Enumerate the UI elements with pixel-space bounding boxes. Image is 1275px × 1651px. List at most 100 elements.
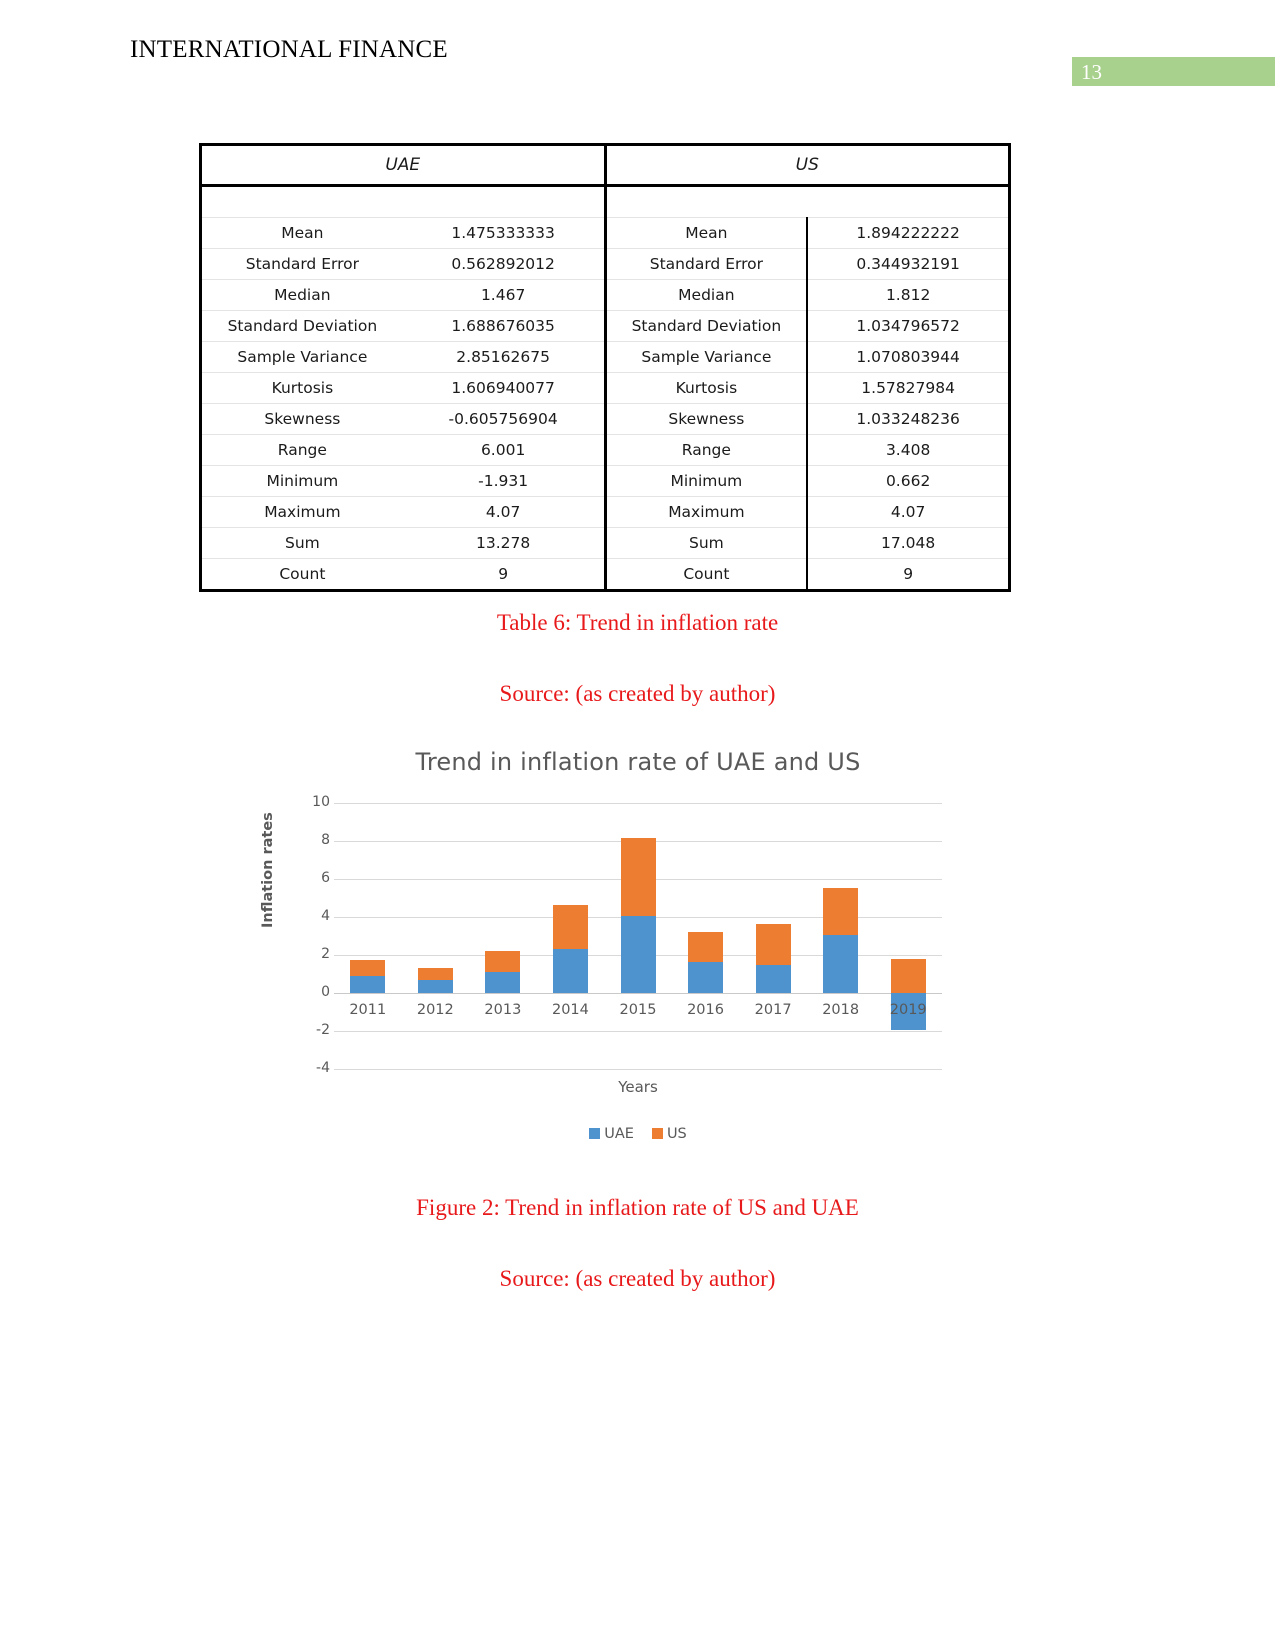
stat-label-uae: Sum bbox=[198, 527, 403, 559]
x-axis-tick-label: 2011 bbox=[349, 1002, 387, 1018]
table-row: Standard Error 0.562892012 Standard Error 0… bbox=[198, 248, 1012, 280]
stat-value-uae: 1.606940077 bbox=[402, 372, 607, 404]
table-row: Standard Deviation 1.688676035 Standard De… bbox=[198, 310, 1012, 342]
stat-label-us: Maximum bbox=[605, 496, 809, 528]
y-axis-tick-label: -4 bbox=[316, 1060, 330, 1076]
stat-value-us: 3.408 bbox=[807, 434, 1012, 466]
y-axis-tick-label: 10 bbox=[312, 794, 330, 810]
bar-segment-us[interactable] bbox=[688, 932, 724, 963]
table-row: Minimum -1.931 Minimum 0.662 bbox=[198, 465, 1012, 497]
bar-segment-us[interactable] bbox=[755, 924, 791, 966]
table-head: UAE US bbox=[199, 143, 1011, 187]
stat-value-us: 1.57827984 bbox=[807, 372, 1012, 404]
chart-bar-group[interactable] bbox=[755, 803, 791, 1069]
chart-bar-group[interactable] bbox=[485, 803, 521, 1069]
stat-value-uae: -0.605756904 bbox=[402, 403, 607, 435]
stat-value-us: 1.033248236 bbox=[807, 403, 1012, 435]
y-axis-tick-label: 0 bbox=[321, 984, 330, 1000]
legend-swatch-icon bbox=[589, 1128, 601, 1139]
stat-value-uae: 13.278 bbox=[402, 527, 607, 559]
y-axis-tick-label: -2 bbox=[316, 1022, 330, 1038]
stat-value-uae: 1.475333333 bbox=[402, 217, 607, 249]
stat-label-us: Count bbox=[605, 558, 809, 592]
chart-bar-group[interactable] bbox=[688, 803, 724, 1069]
table-row: Sum 13.278 Sum 17.048 bbox=[198, 527, 1012, 559]
legend-label: UAE bbox=[604, 1126, 634, 1142]
chart-bar-group[interactable] bbox=[823, 803, 859, 1069]
stat-value-us: 1.812 bbox=[807, 279, 1012, 311]
stat-label-uae: Kurtosis bbox=[198, 372, 403, 404]
bar-segment-us[interactable] bbox=[552, 904, 588, 949]
bar-segment-uae[interactable] bbox=[620, 915, 656, 993]
stat-value-uae: 1.467 bbox=[402, 279, 607, 311]
y-axis-tick-label: 4 bbox=[321, 908, 330, 924]
descriptive-statistics-table: UAE US Mean 1.475333333 Mean 1.894222222 Sta… bbox=[198, 143, 1012, 592]
y-axis-tick-label: 6 bbox=[321, 870, 330, 886]
group-header-uae: UAE bbox=[199, 143, 607, 187]
y-axis-title: Inflation rates bbox=[260, 812, 276, 928]
group-header-us: US bbox=[605, 143, 1011, 187]
table-cell-empty bbox=[605, 185, 808, 218]
chart-plot-area: 10 8 6 4 2 0 -2 -4 2011 2012 2013 2014 2015 2016 2017 2… bbox=[312, 794, 942, 1076]
bar-segment-uae[interactable] bbox=[688, 962, 724, 993]
bar-segment-us[interactable] bbox=[823, 887, 859, 935]
table-spacer-row bbox=[198, 185, 1012, 218]
table-cell-empty bbox=[807, 185, 1012, 218]
stat-label-us: Mean bbox=[605, 217, 809, 249]
legend-item[interactable]: US bbox=[651, 1126, 687, 1142]
stat-label-uae: Standard Error bbox=[198, 248, 403, 280]
bar-segment-us[interactable] bbox=[620, 837, 656, 916]
bar-segment-uae[interactable] bbox=[350, 976, 386, 993]
stat-value-uae: 2.85162675 bbox=[402, 341, 607, 373]
bar-segment-us[interactable] bbox=[417, 967, 453, 981]
x-axis-tick-label: 2013 bbox=[484, 1002, 522, 1018]
bar-segment-us[interactable] bbox=[350, 959, 386, 977]
chart-bar-group[interactable] bbox=[890, 803, 926, 1069]
stat-value-us: 17.048 bbox=[807, 527, 1012, 559]
inflation-chart: Trend in inflation rate of UAE and US In… bbox=[260, 748, 1008, 1158]
bar-segment-uae[interactable] bbox=[755, 965, 791, 993]
x-axis-tick-label: 2012 bbox=[416, 1002, 454, 1018]
stat-label-uae: Median bbox=[198, 279, 403, 311]
legend-item[interactable]: UAE bbox=[589, 1126, 634, 1142]
table-caption: Table 6: Trend in inflation rate bbox=[496, 610, 779, 635]
table-row: Skewness -0.605756904 Skewness 1.033248236 bbox=[198, 403, 1012, 435]
stat-label-us: Kurtosis bbox=[605, 372, 809, 404]
bar-segment-uae[interactable] bbox=[485, 972, 521, 993]
stat-label-us: Minimum bbox=[605, 465, 809, 497]
page-number-badge bbox=[1072, 57, 1275, 86]
stat-value-us: 1.894222222 bbox=[807, 217, 1012, 249]
x-axis-tick-label: 2014 bbox=[551, 1002, 589, 1018]
stat-label-uae: Range bbox=[198, 434, 403, 466]
bar-segment-uae[interactable] bbox=[552, 948, 588, 993]
chart-bar-group[interactable] bbox=[620, 803, 656, 1069]
chart-bar-group[interactable] bbox=[552, 803, 588, 1069]
chart-bar-group[interactable] bbox=[417, 803, 453, 1069]
x-axis-tick-label: 2019 bbox=[889, 1002, 927, 1018]
table-cell-empty bbox=[402, 185, 607, 218]
chart-bar-group[interactable] bbox=[350, 803, 386, 1069]
stat-value-us: 0.344932191 bbox=[807, 248, 1012, 280]
stat-value-uae: 6.001 bbox=[402, 434, 607, 466]
y-axis-tick-label: 8 bbox=[321, 832, 330, 848]
stat-value-us: 1.070803944 bbox=[807, 341, 1012, 373]
stat-value-us: 4.07 bbox=[807, 496, 1012, 528]
stat-value-uae: 4.07 bbox=[402, 496, 607, 528]
bar-segment-us[interactable] bbox=[890, 958, 926, 993]
chart-title: Trend in inflation rate of UAE and US bbox=[415, 748, 861, 776]
stat-label-us: Standard Error bbox=[605, 248, 809, 280]
x-axis-tick-label: 2015 bbox=[619, 1002, 657, 1018]
bar-segment-us[interactable] bbox=[485, 951, 521, 973]
legend-swatch-icon bbox=[651, 1128, 663, 1139]
stat-value-uae: 9 bbox=[402, 558, 607, 592]
y-axis-tick-label: 2 bbox=[321, 946, 330, 962]
x-axis-tick-label: 2018 bbox=[822, 1002, 860, 1018]
stat-label-uae: Standard Deviation bbox=[198, 310, 403, 342]
stat-label-uae: Sample Variance bbox=[198, 341, 403, 373]
bar-segment-uae[interactable] bbox=[823, 934, 859, 993]
table-row: Maximum 4.07 Maximum 4.07 bbox=[198, 496, 1012, 528]
stat-label-us: Range bbox=[605, 434, 809, 466]
stat-label-uae: Count bbox=[198, 558, 403, 592]
bar-segment-uae[interactable] bbox=[417, 980, 453, 993]
stat-label-us: Sum bbox=[605, 527, 809, 559]
